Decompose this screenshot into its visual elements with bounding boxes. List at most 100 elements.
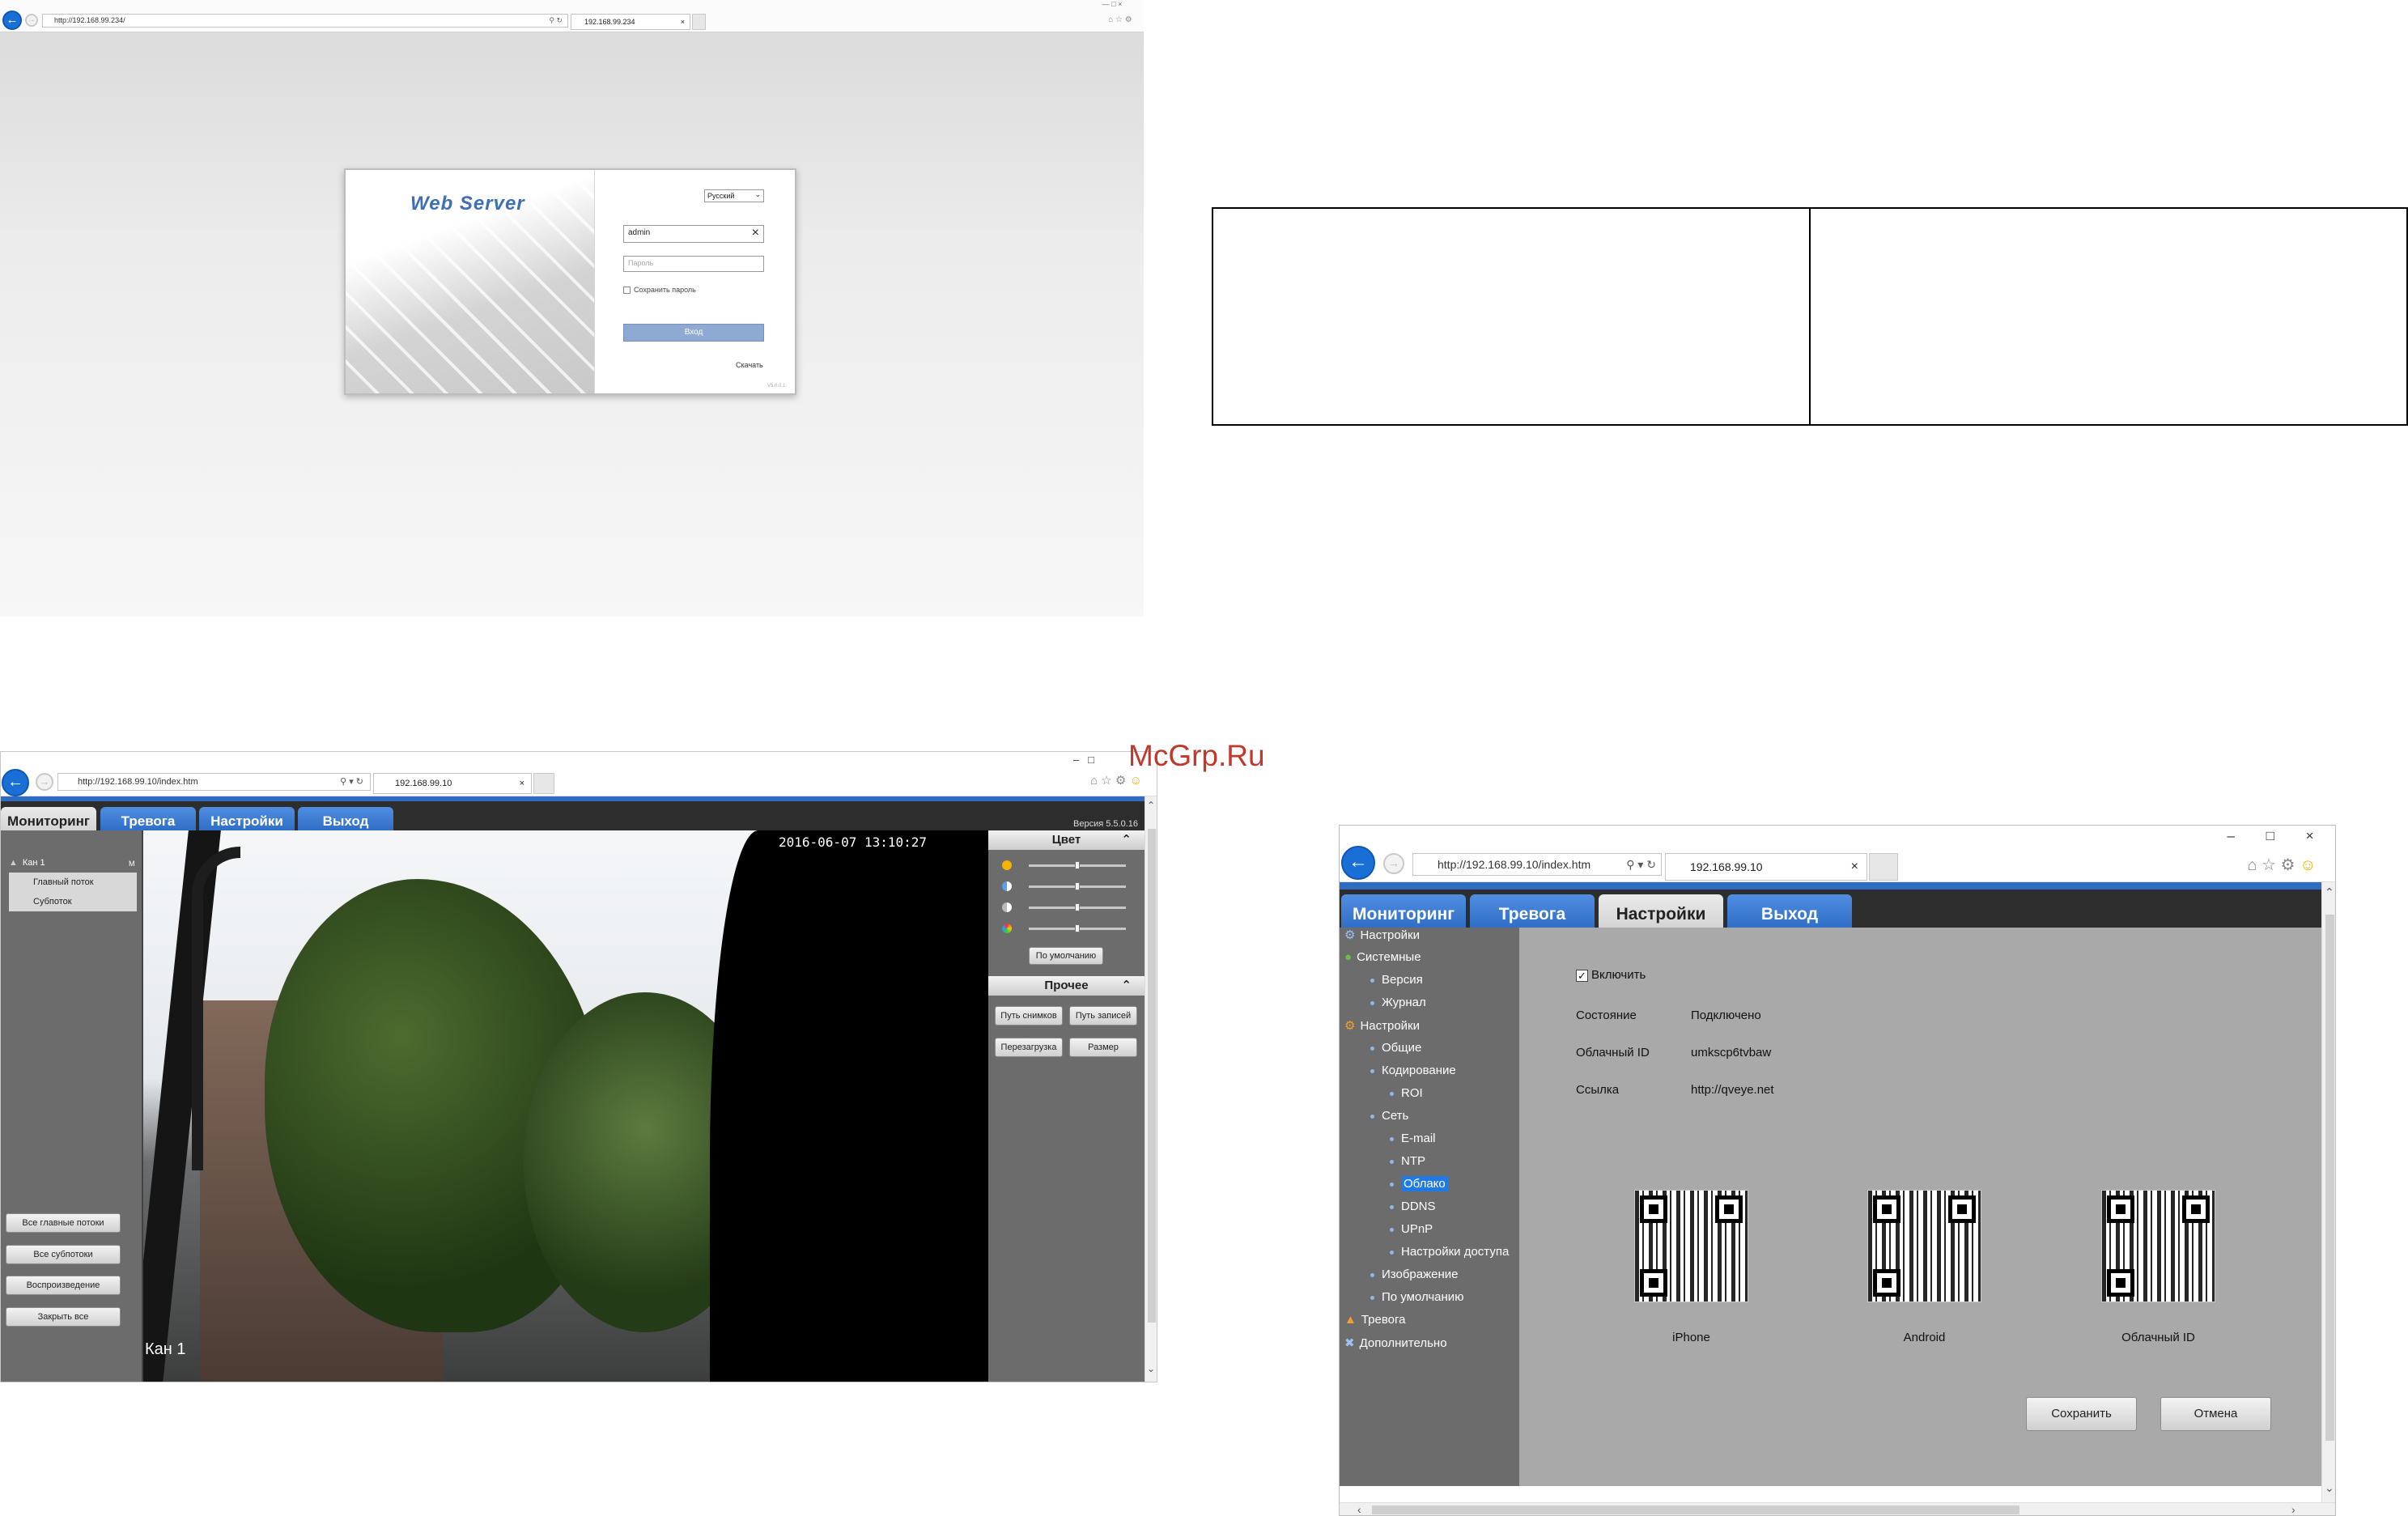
tree-item-image[interactable]: Изображение <box>1370 1268 1459 1281</box>
new-tab-button[interactable] <box>533 773 554 794</box>
window-controls[interactable]: – □ <box>1051 752 1116 768</box>
snapshot-path-button[interactable]: Путь снимков <box>995 1006 1063 1026</box>
cloud-id-value: umkscp6tvbaw <box>1691 1046 1772 1060</box>
new-tab-button[interactable] <box>692 14 706 30</box>
scroll-up-icon[interactable]: ⌃ <box>2325 885 2334 899</box>
slider-knob[interactable] <box>1075 861 1080 869</box>
address-bar[interactable]: http://192.168.99.10/index.htm ⚲ ▾ ↻ <box>1412 853 1662 876</box>
login-banner: Web Server <box>346 170 595 393</box>
scroll-thumb[interactable] <box>1372 1505 2019 1514</box>
search-refresh-icon[interactable]: ⚲ ▾ ↻ <box>1623 854 1656 875</box>
video-view[interactable]: 2016-06-07 13:10:27 Кан 1 <box>143 830 988 1382</box>
scroll-left-icon[interactable]: ‹ <box>1357 1503 1361 1515</box>
collapse-icon[interactable]: ⌃ <box>1121 830 1132 850</box>
home-star-gear-icons[interactable]: ⌂ ☆ ⚙ <box>1099 15 1141 24</box>
record-path-button[interactable]: Путь записей <box>1069 1006 1137 1026</box>
tree-item-access[interactable]: Настройки доступа <box>1390 1245 1509 1259</box>
link-value[interactable]: http://qveye.net <box>1691 1083 1774 1097</box>
login-button[interactable]: Вход <box>623 324 764 342</box>
forward-arrow-icon[interactable]: → <box>36 773 53 791</box>
back-arrow-icon[interactable]: ← <box>2 769 29 796</box>
tree-item-version[interactable]: Версия <box>1370 973 1423 987</box>
browser-tab[interactable]: 192.168.99.10 × <box>1665 853 1867 881</box>
password-field[interactable]: Пароль <box>623 256 764 272</box>
main-stream-item[interactable]: Главный поток <box>9 873 137 892</box>
reboot-button[interactable]: Перезагрузка <box>995 1038 1063 1057</box>
address-bar[interactable]: http://192.168.99.10/index.htm ⚲ ▾ ↻ <box>57 773 371 791</box>
search-refresh-icon[interactable]: ⚲ ↻ <box>549 15 563 27</box>
scroll-up-icon[interactable]: ⌃ <box>1147 800 1155 811</box>
playback-button[interactable]: Воспроизведение <box>6 1276 121 1295</box>
other-section-header[interactable]: Прочее ⌃ <box>988 976 1145 996</box>
tree-item-ddns[interactable]: DDNS <box>1390 1200 1436 1213</box>
tree-advanced[interactable]: ✖ Дополнительно <box>1344 1336 1447 1350</box>
window-controls[interactable]: – □ × <box>2206 826 2335 847</box>
hue-slider[interactable] <box>1029 924 1126 932</box>
default-button[interactable]: По умолчанию <box>1029 947 1103 965</box>
contrast-slider[interactable] <box>1029 882 1126 890</box>
forward-arrow-icon[interactable]: → <box>25 14 38 27</box>
collapse-icon[interactable]: ⌃ <box>1121 976 1132 996</box>
scroll-right-icon[interactable]: › <box>2291 1503 2295 1515</box>
address-bar[interactable]: http://192.168.99.234/ ⚲ ↻ <box>42 14 568 28</box>
window-controls[interactable]: — □ × <box>1081 0 1143 10</box>
color-section-header[interactable]: Цвет ⌃ <box>988 830 1145 850</box>
tree-settings[interactable]: ⚙ Настройки <box>1344 1018 1420 1033</box>
close-tab-icon[interactable]: × <box>520 774 524 793</box>
vertical-scrollbar[interactable]: ⌃ ⌄ <box>1145 796 1157 1382</box>
language-select[interactable]: Русский ⌄ <box>704 189 764 202</box>
slider-knob[interactable] <box>1075 903 1080 911</box>
remember-password[interactable]: Сохранить пароль <box>623 286 696 295</box>
back-arrow-icon[interactable]: ← <box>1341 846 1375 880</box>
tree-item-default[interactable]: По умолчанию <box>1370 1290 1463 1304</box>
clear-icon[interactable]: × <box>752 227 759 240</box>
tree-alarm[interactable]: ▲ Тревога <box>1344 1313 1406 1327</box>
close-all-button[interactable]: Закрыть все <box>6 1307 121 1327</box>
enable-checkbox[interactable]: ✓ <box>1576 969 1588 982</box>
close-tab-icon[interactable]: × <box>1851 854 1858 880</box>
browser-tab[interactable]: 192.168.99.234 × <box>571 14 690 30</box>
save-button[interactable]: Сохранить <box>2026 1397 2137 1431</box>
horizontal-scrollbar[interactable]: ‹ › <box>1340 1502 2335 1515</box>
substream-item[interactable]: Субпоток <box>9 892 137 911</box>
tree-item-ntp[interactable]: NTP <box>1390 1154 1425 1168</box>
cancel-button[interactable]: Отмена <box>2160 1397 2271 1431</box>
slider-knob[interactable] <box>1075 882 1080 890</box>
scroll-down-icon[interactable]: ⌄ <box>2325 1481 2334 1495</box>
scroll-thumb[interactable] <box>1148 829 1156 1323</box>
tree-item-log[interactable]: Журнал <box>1370 996 1426 1009</box>
remember-checkbox[interactable] <box>623 287 631 295</box>
tree-item-cloud[interactable]: Облако <box>1390 1176 1448 1191</box>
channel-item[interactable]: ▲ Кан 1 <box>9 858 45 868</box>
username-field[interactable]: admin × <box>623 225 764 243</box>
tree-item-network[interactable]: Сеть <box>1370 1109 1408 1123</box>
tools-icon: ✖ <box>1344 1336 1355 1350</box>
search-refresh-icon[interactable]: ⚲ ▾ ↻ <box>340 774 363 790</box>
brightness-slider[interactable] <box>1029 861 1126 869</box>
tree-item-roi[interactable]: ROI <box>1390 1086 1423 1100</box>
back-arrow-icon[interactable]: ← <box>2 11 22 30</box>
tree-item-email[interactable]: E-mail <box>1390 1132 1436 1145</box>
browser-tab[interactable]: 192.168.99.10 × <box>373 773 532 794</box>
scroll-down-icon[interactable]: ⌄ <box>1147 1363 1155 1374</box>
forward-arrow-icon[interactable]: → <box>1383 853 1404 874</box>
saturation-slider[interactable] <box>1029 903 1126 911</box>
home-star-gear-icons[interactable]: ⌂ ☆ ⚙ ☺ <box>1074 773 1157 788</box>
slider-knob[interactable] <box>1075 924 1080 932</box>
tree-item-general[interactable]: Общие <box>1370 1041 1421 1055</box>
tree-item-upnp[interactable]: UPnP <box>1390 1222 1433 1236</box>
home-star-gear-icons[interactable]: ⌂ ☆ ⚙ ☺ <box>2228 855 2335 875</box>
enable-option[interactable]: ✓ Включить <box>1576 968 1646 982</box>
new-tab-button[interactable] <box>1869 853 1898 881</box>
tree-item-encoding[interactable]: Кодирование <box>1370 1064 1456 1077</box>
vertical-scrollbar[interactable]: ⌃ ⌄ <box>2321 882 2335 1502</box>
status-value: Подключено <box>1691 1009 1761 1022</box>
scroll-thumb[interactable] <box>2325 915 2334 1441</box>
size-button[interactable]: Размер <box>1069 1038 1137 1057</box>
close-tab-icon[interactable]: × <box>681 15 685 29</box>
tree-root[interactable]: ⚙ Настройки <box>1344 928 1420 942</box>
tree-system[interactable]: ● Системные <box>1344 950 1421 964</box>
download-link[interactable]: Скачать <box>736 361 763 369</box>
all-main-streams-button[interactable]: Все главные потоки <box>6 1213 121 1233</box>
all-substreams-button[interactable]: Все субпотоки <box>6 1245 121 1264</box>
